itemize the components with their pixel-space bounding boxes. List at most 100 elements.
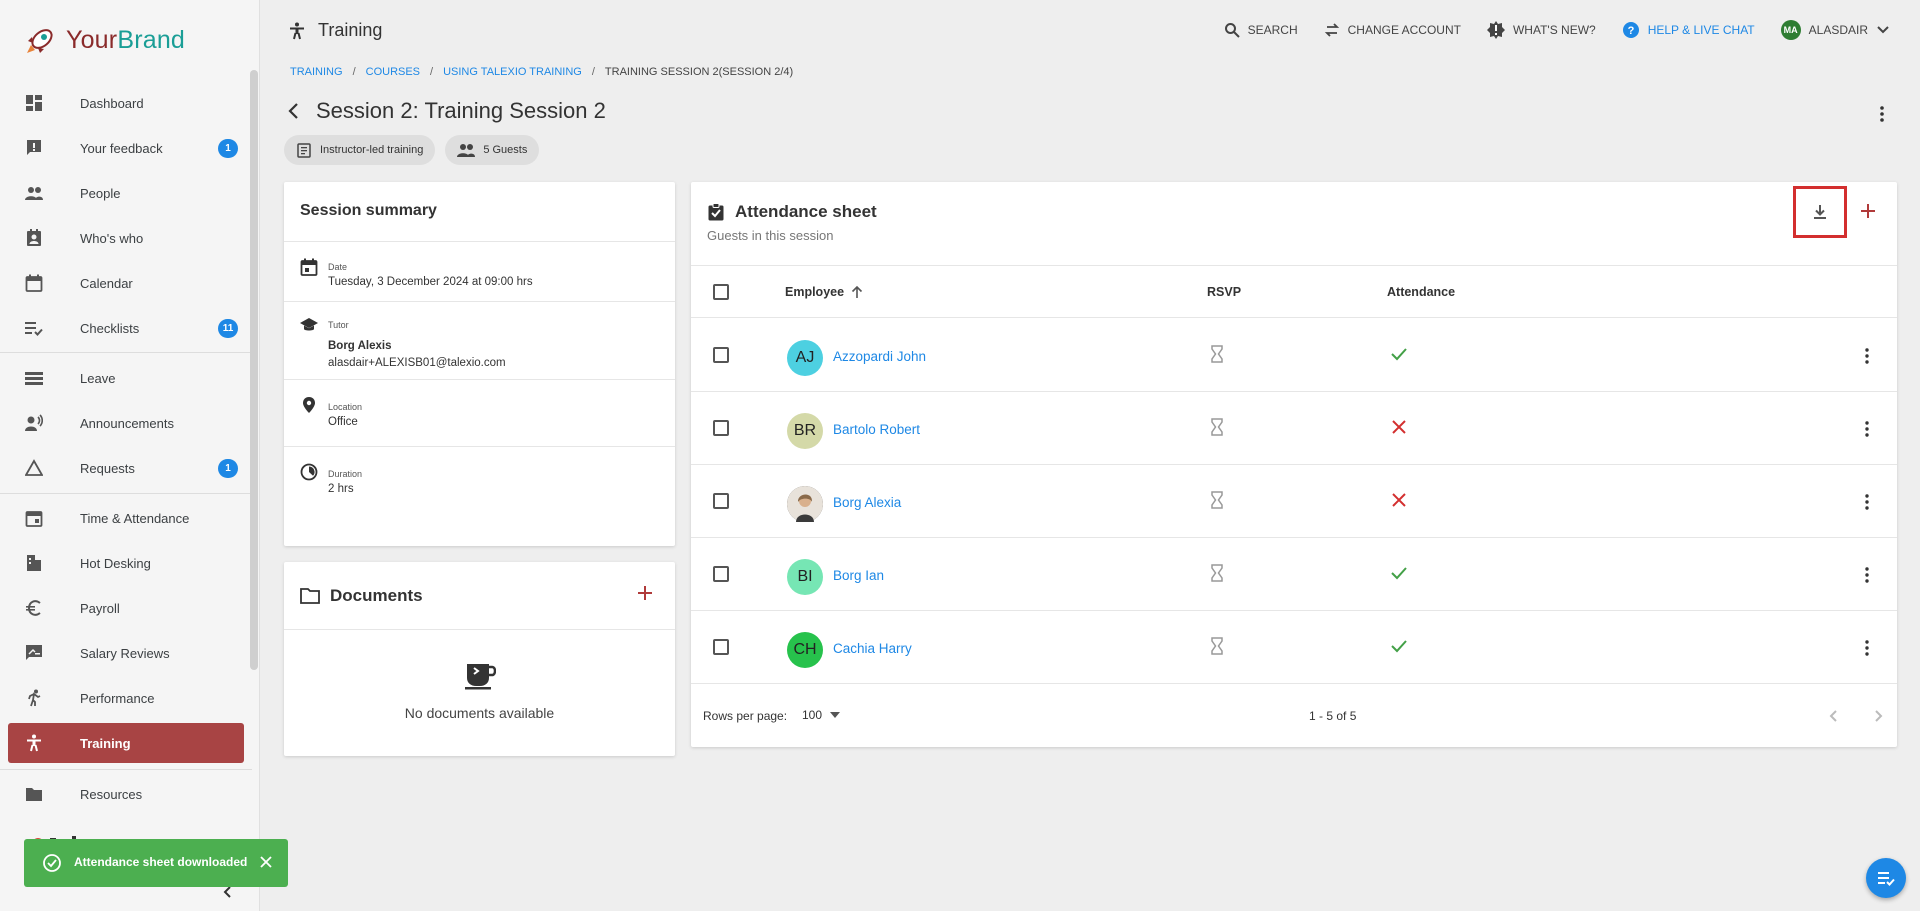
employee-name-link[interactable]: Bartolo Robert: [833, 422, 920, 437]
download-attendance-button[interactable]: [1793, 186, 1847, 238]
sidebar-item-leave[interactable]: Leave: [8, 358, 244, 398]
more-options-icon[interactable]: [1858, 566, 1876, 584]
sidebar-item-label: Hot Desking: [80, 555, 151, 571]
more-options-icon[interactable]: [1858, 639, 1876, 657]
sidebar-item-label: Time & Attendance: [80, 510, 190, 526]
calendar-icon: [25, 274, 43, 292]
more-options-icon[interactable]: [1872, 104, 1892, 124]
chip-label: Instructor-led training: [320, 144, 424, 156]
rows-per-page-select[interactable]: 100: [802, 708, 841, 722]
sidebar-item-people[interactable]: People: [8, 173, 244, 213]
pagination-range: 1 - 5 of 5: [1309, 709, 1357, 723]
checklist-fab-button[interactable]: [1866, 858, 1906, 898]
row-checkbox[interactable]: [713, 347, 729, 363]
brand-logo[interactable]: YourBrand: [0, 0, 259, 80]
avatar: [787, 486, 823, 522]
user-menu[interactable]: MA ALASDAIR: [1780, 20, 1890, 40]
column-employee[interactable]: Employee: [785, 285, 864, 299]
session-chips: Instructor-led training 5 Guests: [284, 135, 540, 165]
add-document-icon[interactable]: [636, 584, 654, 602]
folder-icon: [26, 788, 42, 801]
sidebar: YourBrand Dashboard Your feedback 1 Peop…: [0, 0, 260, 911]
breadcrumb-training[interactable]: TRAINING: [290, 66, 343, 78]
back-arrow-icon[interactable]: [282, 99, 306, 123]
sidebar-item-checklists[interactable]: Checklists 11: [8, 308, 244, 348]
location-pin-icon: [303, 397, 315, 413]
employee-name-link[interactable]: Azzopardi John: [833, 349, 926, 364]
chip-guests: 5 Guests: [445, 135, 540, 165]
attendance-title-row: Attendance sheet: [707, 202, 877, 222]
sidebar-item-label: Requests: [80, 460, 135, 476]
new-releases-icon: [1486, 21, 1505, 39]
sidebar-item-announcements[interactable]: Announcements: [8, 403, 244, 443]
avatar: AJ: [787, 340, 823, 376]
checklist-icon: [25, 322, 43, 336]
sidebar-item-label: Salary Reviews: [80, 645, 170, 661]
sidebar-item-whos-who[interactable]: Who's who: [8, 218, 244, 258]
top-bar: Training SEARCH CHANGE ACCOUNT WHAT'S NE…: [260, 0, 1920, 62]
whats-new-button[interactable]: WHAT'S NEW?: [1486, 21, 1596, 39]
search-label: SEARCH: [1247, 23, 1298, 37]
coffee-cup-icon: [464, 664, 496, 690]
sidebar-item-payroll[interactable]: Payroll: [8, 588, 244, 628]
announcement-icon: [25, 414, 43, 431]
help-live-chat-button[interactable]: ? HELP & LIVE CHAT: [1622, 21, 1755, 39]
more-options-icon[interactable]: [1858, 347, 1876, 365]
assignment-icon: [297, 143, 311, 158]
tutor-name: Borg Alexis: [328, 340, 392, 352]
check-icon: [1391, 640, 1407, 653]
sidebar-item-calendar[interactable]: Calendar: [8, 263, 244, 303]
add-guest-icon[interactable]: [1859, 202, 1877, 220]
breadcrumb-separator: /: [352, 66, 356, 78]
sidebar-item-your-feedback[interactable]: Your feedback 1: [8, 128, 244, 168]
search-button[interactable]: SEARCH: [1224, 22, 1298, 38]
sidebar-item-resources[interactable]: Resources: [8, 774, 244, 814]
sidebar-item-salary-reviews[interactable]: Salary Reviews: [8, 633, 244, 673]
row-checkbox[interactable]: [713, 566, 729, 582]
chip-label: 5 Guests: [483, 144, 528, 156]
row-checkbox[interactable]: [713, 420, 729, 436]
nav-divider: [0, 493, 252, 494]
dashboard-icon: [26, 95, 42, 111]
session-summary-title: Session summary: [284, 182, 675, 242]
select-all-checkbox[interactable]: [713, 284, 729, 300]
breadcrumb-courses[interactable]: COURSES: [366, 66, 420, 78]
checklist-icon: [1878, 872, 1895, 886]
nav-divider: [0, 769, 252, 770]
sidebar-item-label: Checklists: [80, 320, 140, 336]
change-account-button[interactable]: CHANGE ACCOUNT: [1324, 22, 1461, 38]
sidebar-item-requests[interactable]: Requests 1: [8, 448, 244, 488]
more-options-icon[interactable]: [1858, 493, 1876, 511]
people-icon: [457, 144, 476, 157]
close-icon: [1392, 420, 1406, 434]
row-checkbox[interactable]: [713, 493, 729, 509]
whats-new-label: WHAT'S NEW?: [1512, 23, 1596, 37]
previous-page-icon[interactable]: [1825, 707, 1843, 725]
employee-name-link[interactable]: Borg Alexia: [833, 495, 901, 510]
svg-text:?: ?: [1627, 25, 1634, 37]
breadcrumb-separator: /: [430, 66, 434, 78]
rocket-logo-icon: [27, 29, 53, 53]
tutor-label: Tutor: [328, 320, 349, 330]
sidebar-item-training[interactable]: Training: [8, 723, 244, 763]
next-page-icon[interactable]: [1869, 707, 1887, 725]
documents-title: Documents: [330, 585, 423, 605]
assignment-turned-in-icon: [708, 203, 724, 221]
employee-name-link[interactable]: Cachia Harry: [833, 641, 912, 656]
sidebar-item-label: Your feedback: [80, 140, 163, 156]
section-title: Training: [318, 20, 383, 40]
breadcrumb-course[interactable]: USING TALEXIO TRAINING: [443, 66, 582, 78]
count-badge: 1: [218, 139, 238, 158]
table-header: Employee RSVP Attendance: [691, 266, 1897, 318]
sidebar-item-performance[interactable]: Performance: [8, 678, 244, 718]
row-checkbox[interactable]: [713, 639, 729, 655]
employee-name-link[interactable]: Borg Ian: [833, 568, 884, 583]
close-icon[interactable]: [258, 854, 274, 870]
sidebar-item-label: Dashboard: [80, 95, 144, 111]
sidebar-item-hot-desking[interactable]: Hot Desking: [8, 543, 244, 583]
sidebar-item-time-attendance[interactable]: Time & Attendance: [8, 498, 244, 538]
more-options-icon[interactable]: [1858, 420, 1876, 438]
sidebar-scrollbar[interactable]: [250, 70, 258, 670]
tutor-email: alasdair+ALEXISB01@talexio.com: [328, 357, 506, 369]
sidebar-item-dashboard[interactable]: Dashboard: [8, 83, 244, 123]
